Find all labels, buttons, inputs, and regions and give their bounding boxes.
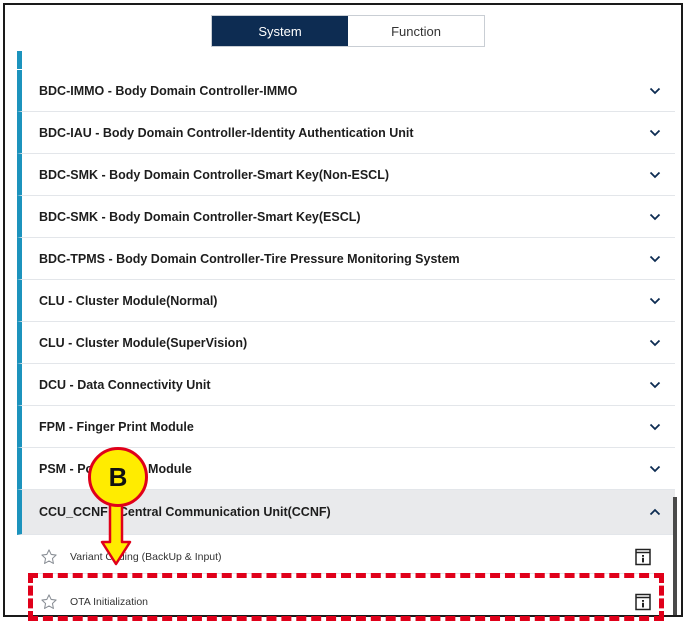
down-arrow-icon [100,502,132,566]
system-row-label: BDC-IAU - Body Domain Controller-Identit… [39,125,414,140]
system-row-fpm[interactable]: FPM - Finger Print Module [17,406,675,448]
chevron-down-icon[interactable] [635,255,675,263]
highlight-box [28,573,664,621]
system-row-label: FPM - Finger Print Module [39,419,194,434]
chevron-down-icon[interactable] [635,171,675,179]
chevron-down-icon[interactable] [635,129,675,137]
system-row-bdc-iau[interactable]: BDC-IAU - Body Domain Controller-Identit… [17,112,675,154]
system-row-label: CLU - Cluster Module(SuperVision) [39,335,248,350]
chevron-up-icon[interactable] [635,508,675,516]
system-row-label: DCU - Data Connectivity Unit [39,377,211,392]
chevron-down-icon[interactable] [635,339,675,347]
system-row-bdc-smk-non-escl[interactable]: BDC-SMK - Body Domain Controller-Smart K… [17,154,675,196]
system-row-label: BDC-IMMO - Body Domain Controller-IMMO [39,83,298,98]
tab-system[interactable]: System [212,16,348,46]
system-row-label: BDC-SMK - Body Domain Controller-Smart K… [39,167,390,182]
star-icon[interactable] [40,548,62,566]
system-row-bdc-tpms[interactable]: BDC-TPMS - Body Domain Controller-Tire P… [17,238,675,280]
scrollbar[interactable] [673,497,677,615]
callout-b: B [88,447,148,507]
system-row-dcu[interactable]: DCU - Data Connectivity Unit [17,364,675,406]
tab-function[interactable]: Function [348,16,484,46]
list-accent-bar [17,51,22,69]
view-tabs: System Function [211,15,485,47]
function-row-label: Variant Coding (BackUp & Input) [70,550,222,563]
system-row-label: BDC-TPMS - Body Domain Controller-Tire P… [39,251,460,266]
info-icon[interactable] [629,548,657,566]
system-row-bdc-smk-escl[interactable]: BDC-SMK - Body Domain Controller-Smart K… [17,196,675,238]
chevron-down-icon[interactable] [635,423,675,431]
chevron-down-icon[interactable] [635,381,675,389]
chevron-down-icon[interactable] [635,297,675,305]
system-row-clu-supervision[interactable]: CLU - Cluster Module(SuperVision) [17,322,675,364]
system-row-clu-normal[interactable]: CLU - Cluster Module(Normal) [17,280,675,322]
system-row-label: BDC-SMK - Body Domain Controller-Smart K… [39,209,361,224]
chevron-down-icon[interactable] [635,87,675,95]
system-row-bdc-immo[interactable]: BDC-IMMO - Body Domain Controller-IMMO [17,70,675,112]
chevron-down-icon[interactable] [635,465,675,473]
chevron-down-icon[interactable] [635,213,675,221]
system-row-label: CLU - Cluster Module(Normal) [39,293,218,308]
